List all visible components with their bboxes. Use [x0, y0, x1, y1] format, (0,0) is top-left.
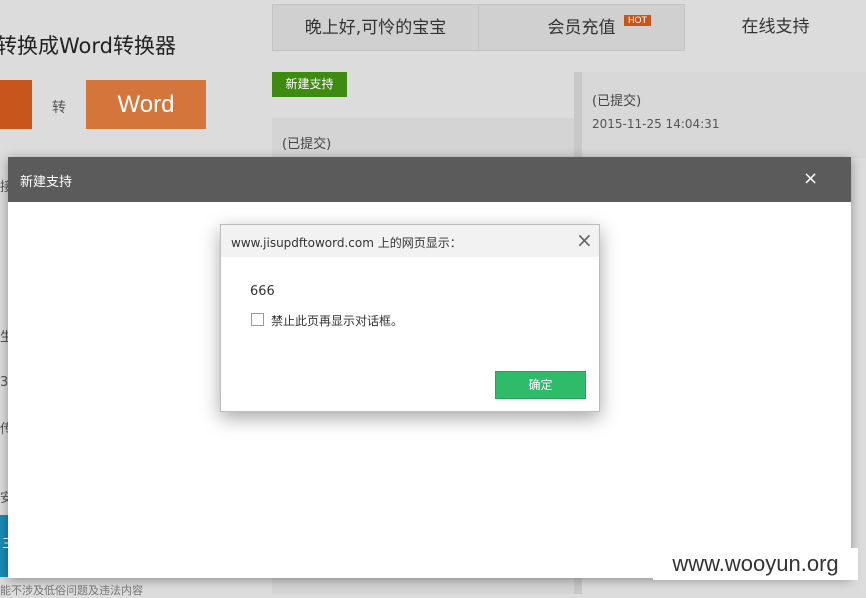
top-nav-tabs: 晚上好,可怜的宝宝 会员充值 HOT 在线支持 — [272, 4, 866, 52]
tab-support[interactable]: 在线支持 — [685, 4, 866, 51]
close-icon[interactable]: × — [803, 169, 818, 189]
ticket-detail-panel — [582, 72, 866, 158]
close-icon[interactable]: × — [576, 229, 593, 251]
ticket-detail-status: (已提交) — [592, 94, 642, 109]
ok-button[interactable]: 确定 — [495, 371, 586, 399]
suppress-dialogs-checkbox[interactable] — [251, 313, 264, 326]
alert-header: www.jisupdftoword.com 上的网页显示： × — [221, 225, 599, 257]
left-text-fragment: 接 — [0, 180, 8, 195]
new-support-button[interactable]: 新建支持 — [272, 72, 347, 97]
blue-side-button[interactable]: 三 — [0, 515, 15, 577]
modal-title: 新建支持 — [20, 175, 73, 190]
source-format-button[interactable] — [0, 80, 32, 129]
left-text-fragment: 安 — [0, 491, 8, 506]
tab-greeting[interactable]: 晚上好,可怜的宝宝 — [272, 4, 479, 51]
left-text-fragment: 生 — [0, 330, 8, 345]
hot-badge: HOT — [624, 15, 651, 26]
word-format-button[interactable]: Word — [86, 80, 206, 129]
suppress-dialogs-label[interactable]: 禁止此页再显示对话框。 — [271, 312, 403, 329]
alert-message: 666 — [250, 284, 275, 299]
modal-header: 新建支持 × — [8, 157, 851, 202]
alert-title: www.jisupdftoword.com 上的网页显示： — [231, 236, 462, 250]
ticket-timestamp: 2015-11-25 14:04:31 — [592, 117, 720, 131]
browser-alert-dialog: www.jisupdftoword.com 上的网页显示： × 666 禁止此页… — [220, 224, 600, 412]
tab-recharge-label: 会员充值 — [547, 18, 616, 38]
watermark: www.wooyun.org — [653, 548, 858, 580]
convert-arrow-label: 转 — [52, 100, 66, 116]
tab-recharge[interactable]: 会员充值 — [478, 4, 685, 51]
left-text-fragment: 3( — [0, 375, 8, 390]
site-title: 转换成Word转换器 — [0, 34, 176, 58]
footer-notice: 能不涉及低俗问题及违法内容 — [0, 584, 143, 597]
left-text-fragment: 传 — [0, 422, 8, 437]
ticket-status[interactable]: (已提交) — [282, 133, 331, 152]
